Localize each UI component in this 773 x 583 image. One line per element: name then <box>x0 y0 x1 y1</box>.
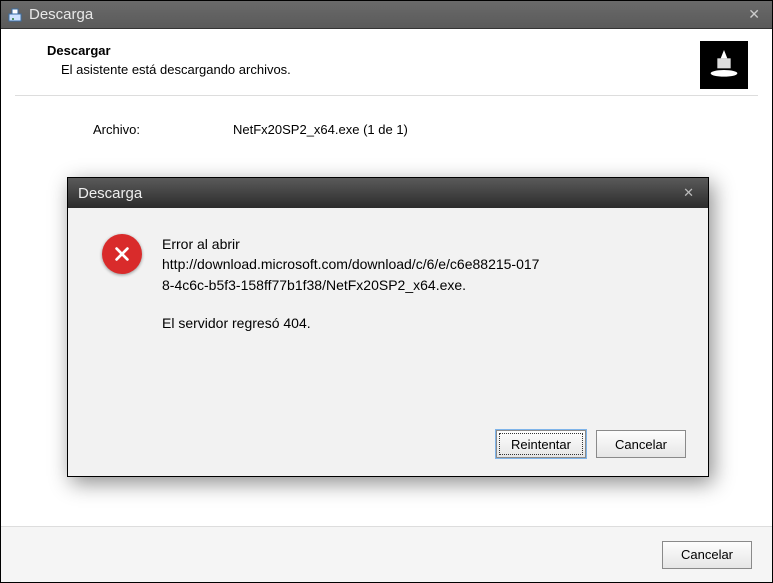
error-line-3: 8-4c6c-b5f3-158ff77b1f38/NetFx20SP2_x64.… <box>162 275 539 295</box>
error-dialog: Descarga ✕ Error al abrir http://downloa… <box>67 177 709 477</box>
error-icon <box>102 234 142 274</box>
file-row: Archivo: NetFx20SP2_x64.exe (1 de 1) <box>1 96 772 141</box>
main-close-icon[interactable]: ✕ <box>742 6 766 23</box>
main-titlebar: Descarga ✕ <box>1 1 772 29</box>
file-value: NetFx20SP2_x64.exe (1 de 1) <box>233 122 408 137</box>
dialog-titlebar: Descarga ✕ <box>68 178 708 208</box>
dialog-button-row: Reintentar Cancelar <box>496 430 686 458</box>
installer-icon <box>7 7 23 23</box>
retry-button[interactable]: Reintentar <box>496 430 586 458</box>
dialog-cancel-button[interactable]: Cancelar <box>596 430 686 458</box>
main-cancel-button[interactable]: Cancelar <box>662 541 752 569</box>
error-line-2: http://download.microsoft.com/download/c… <box>162 254 539 274</box>
error-line-4: El servidor regresó 404. <box>162 313 539 333</box>
dialog-body: Error al abrir http://download.microsoft… <box>68 208 708 343</box>
main-window: Descarga ✕ Descargar El asistente está d… <box>0 0 773 583</box>
download-banner-icon <box>700 41 748 89</box>
bottom-bar: Cancelar <box>1 526 772 582</box>
header-subtitle: El asistente está descargando archivos. <box>61 62 748 77</box>
dialog-title: Descarga <box>78 185 142 202</box>
header-title: Descargar <box>47 43 748 58</box>
dialog-close-icon[interactable]: ✕ <box>679 185 698 201</box>
main-title: Descarga <box>29 6 93 23</box>
error-line-1: Error al abrir <box>162 234 539 254</box>
header-area: Descargar El asistente está descargando … <box>1 29 772 87</box>
file-label: Archivo: <box>93 122 233 137</box>
error-message: Error al abrir http://download.microsoft… <box>162 234 539 333</box>
